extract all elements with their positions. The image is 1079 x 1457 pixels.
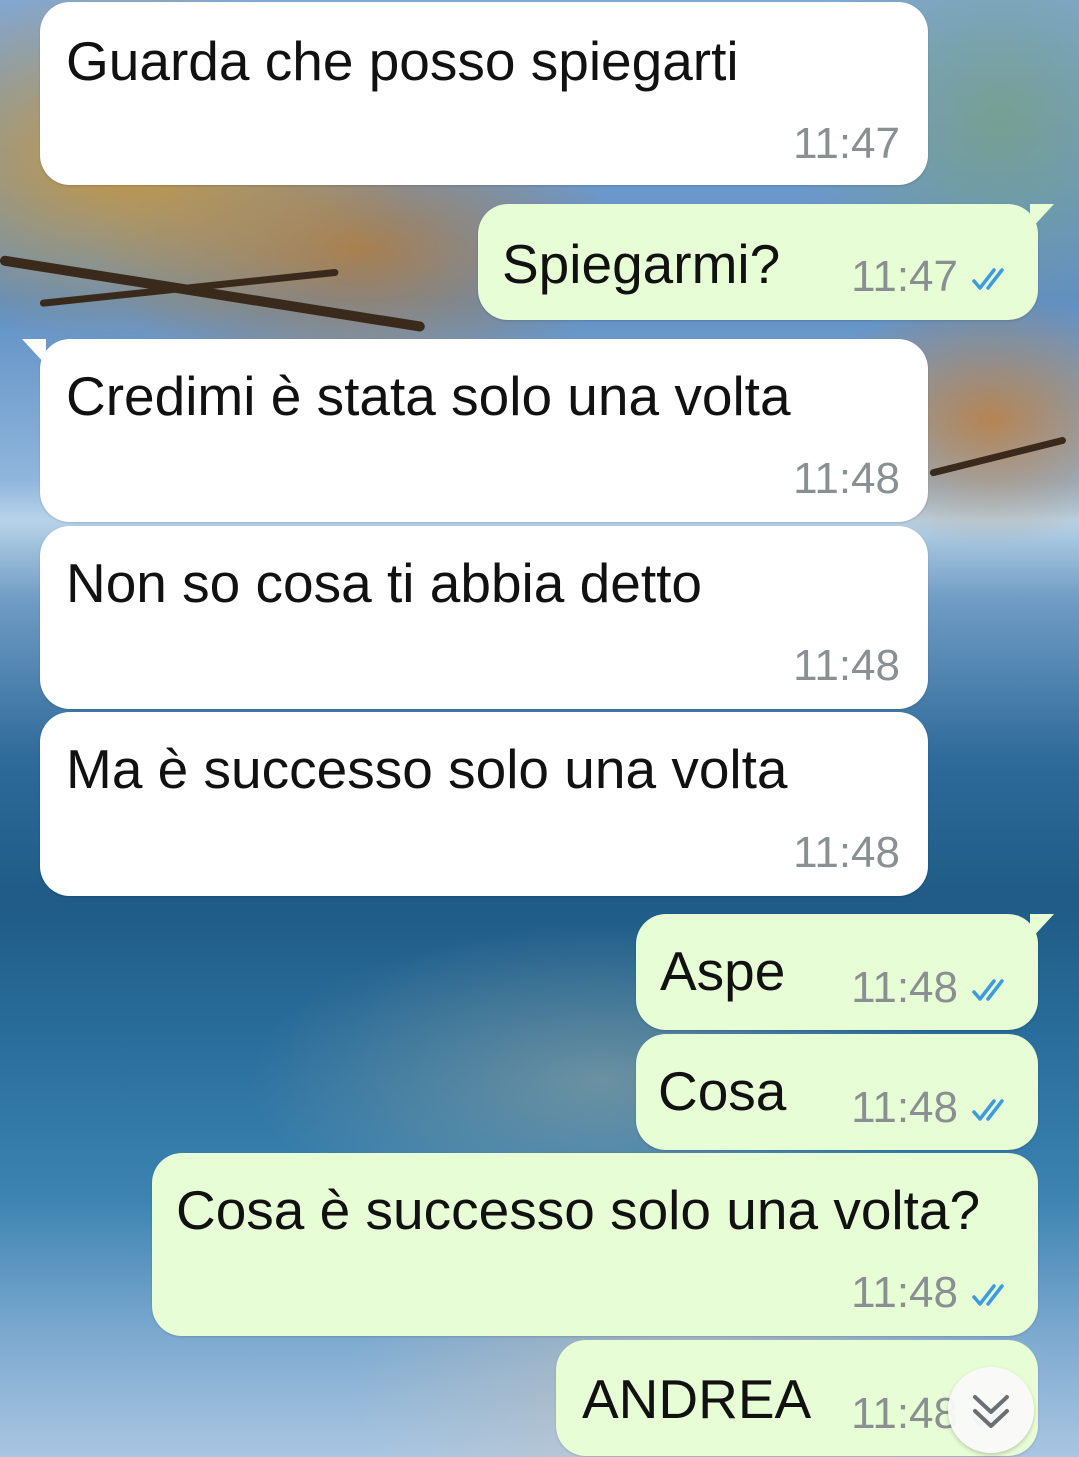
message-text: Cosa: [658, 1060, 787, 1122]
message-bubble-outgoing[interactable]: Aspe 11:48: [636, 914, 1038, 1030]
double-check-icon: [972, 268, 1004, 290]
chevron-double-down-icon: [973, 1395, 1009, 1428]
message-timestamp: 11:47: [793, 119, 900, 168]
message-text: Aspe: [660, 940, 786, 1002]
message-timestamp: 11:48: [851, 1268, 958, 1317]
bubble-tail: [22, 339, 46, 365]
message-timestamp: 11:48: [851, 1083, 958, 1132]
message-bubble-incoming[interactable]: Guarda che posso spiegarti 11:47: [40, 2, 928, 185]
message-list[interactable]: Guarda che posso spiegarti 11:47 Spiegar…: [0, 0, 1079, 1457]
message-text: Ma è successo solo una volta: [66, 738, 788, 800]
message-text: Credimi è stata solo una volta: [66, 365, 791, 427]
message-bubble-incoming[interactable]: Non so cosa ti abbia detto 11:48: [40, 526, 928, 709]
message-timestamp: 11:48: [793, 828, 900, 877]
message-bubble-outgoing[interactable]: Cosa è successo solo una volta? 11:48: [152, 1153, 1038, 1336]
message-text: ANDREA: [582, 1368, 812, 1430]
message-bubble-outgoing[interactable]: Spiegarmi? 11:47: [478, 204, 1038, 320]
bubble-tail: [1030, 204, 1054, 230]
message-text: Non so cosa ti abbia detto: [66, 552, 702, 614]
double-check-icon: [972, 979, 1004, 1001]
message-bubble-outgoing[interactable]: Cosa 11:48: [636, 1034, 1038, 1150]
message-bubble-incoming[interactable]: Ma è successo solo una volta 11:48: [40, 712, 928, 896]
message-timestamp: 11:48: [793, 454, 900, 503]
scroll-to-bottom-button[interactable]: [948, 1367, 1034, 1453]
message-bubble-incoming[interactable]: Credimi è stata solo una volta 11:48: [40, 339, 928, 522]
message-text: Spiegarmi?: [502, 233, 781, 295]
message-timestamp: 11:48: [851, 1389, 958, 1438]
double-check-icon: [972, 1284, 1004, 1306]
message-timestamp: 11:48: [793, 641, 900, 690]
message-timestamp: 11:48: [851, 963, 958, 1012]
message-text: Cosa è successo solo una volta?: [176, 1179, 981, 1241]
double-check-icon: [972, 1099, 1004, 1121]
bubble-tail: [1030, 914, 1054, 940]
message-text: Guarda che posso spiegarti: [66, 30, 739, 92]
message-timestamp: 11:47: [851, 252, 958, 301]
